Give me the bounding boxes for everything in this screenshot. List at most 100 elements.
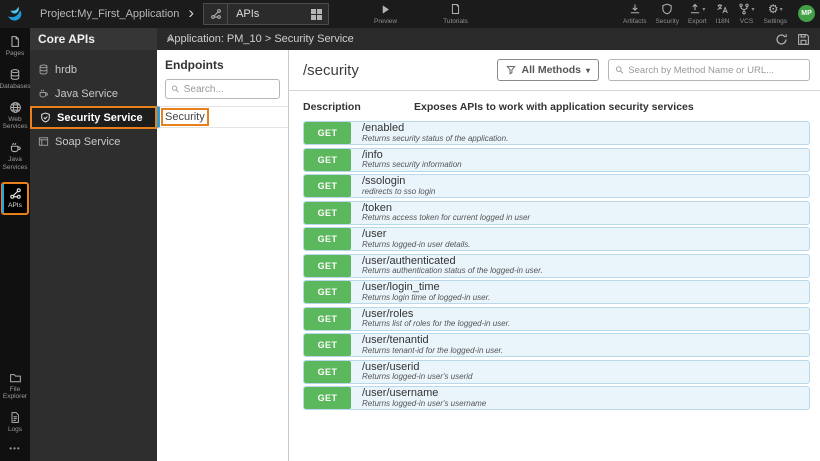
method-badge: GET bbox=[304, 228, 351, 250]
security-button[interactable]: Security bbox=[655, 2, 679, 25]
endpoint-path: /user/tenantid bbox=[362, 334, 429, 347]
more-options-icon[interactable]: ••• bbox=[9, 444, 20, 453]
endpoint-row[interactable]: GET /ssologin redirects to sso login bbox=[303, 174, 810, 198]
endpoint-row[interactable]: GET /user/roles Returns list of roles for… bbox=[303, 306, 810, 331]
endpoint-row[interactable]: GET /user/tenantid Returns tenant-id for … bbox=[303, 333, 810, 357]
topbar-right: Artifacts Security ▾ Export I18N ▾ VCS ⚙… bbox=[623, 2, 815, 25]
settings-button[interactable]: ⚙ ▾ Settings bbox=[764, 2, 788, 25]
export-label: Export bbox=[687, 18, 707, 25]
tab-apis[interactable]: APIs bbox=[203, 3, 330, 25]
export-button[interactable]: ▾ Export bbox=[688, 2, 707, 25]
globe-icon bbox=[9, 101, 21, 113]
endpoint-item-label: Security bbox=[161, 108, 209, 126]
security-label: Security bbox=[655, 18, 679, 25]
rail-label: Pages bbox=[5, 50, 25, 57]
application-header: Application: PM_10 > Security Service bbox=[157, 28, 820, 50]
sidebar-item-logs[interactable]: Logs bbox=[0, 411, 30, 434]
endpoint-description: Returns list of roles for the logged-in … bbox=[362, 319, 511, 329]
endpoints-search-box[interactable] bbox=[165, 79, 280, 99]
database-icon bbox=[10, 68, 20, 80]
branch-icon bbox=[739, 3, 750, 15]
user-avatar[interactable]: MP bbox=[798, 5, 815, 22]
grid-icon[interactable] bbox=[311, 8, 323, 20]
preview-button[interactable]: Preview bbox=[374, 2, 397, 25]
core-api-item-hrdb[interactable]: hrdb bbox=[30, 58, 157, 81]
rail-label: APIs bbox=[8, 201, 22, 209]
method-badge: GET bbox=[304, 254, 351, 277]
sidebar-item-file-explorer[interactable]: File Explorer bbox=[0, 372, 30, 402]
wavemaker-logo-icon bbox=[8, 6, 22, 21]
endpoint-row[interactable]: GET /token Returns access token for curre… bbox=[303, 200, 810, 225]
api-icon bbox=[9, 188, 21, 199]
endpoint-path: /enabled bbox=[362, 122, 405, 135]
app-logo[interactable] bbox=[0, 0, 32, 28]
method-badge: GET bbox=[304, 387, 351, 409]
methods-filter-dropdown[interactable]: All Methods ▾ bbox=[497, 59, 599, 81]
endpoint-description: Returns access token for current logged … bbox=[362, 213, 531, 223]
endpoint-description: Returns security status of the applicati… bbox=[362, 133, 509, 143]
tutorials-label: Tutorials bbox=[443, 18, 468, 25]
database-icon bbox=[38, 64, 49, 75]
chevron-right-icon[interactable]: › bbox=[188, 3, 194, 23]
core-api-label: Java Service bbox=[55, 87, 118, 100]
shield-icon bbox=[40, 112, 51, 123]
core-api-item-soap-service[interactable]: Soap Service bbox=[30, 130, 157, 153]
core-apis-title: Core APIs bbox=[38, 32, 95, 46]
chevron-down-icon: ▾ bbox=[779, 6, 783, 13]
coffee-icon bbox=[38, 88, 49, 99]
soap-icon bbox=[38, 136, 49, 147]
vcs-label: VCS bbox=[739, 18, 754, 25]
core-api-label: Soap Service bbox=[55, 135, 121, 148]
collapse-panel-icon[interactable]: « bbox=[167, 33, 173, 45]
method-search-box[interactable] bbox=[608, 59, 810, 81]
core-api-item-java-service[interactable]: Java Service bbox=[30, 82, 157, 105]
endpoint-row[interactable]: GET /user/authenticated Returns authentic… bbox=[303, 253, 810, 278]
endpoint-list-item-security[interactable]: Security bbox=[157, 106, 288, 128]
sidebar-item-java-services[interactable]: Java Services bbox=[0, 141, 30, 172]
endpoint-path: /user/username bbox=[362, 387, 439, 400]
page-title: /security bbox=[303, 61, 359, 79]
endpoint-row[interactable]: GET /user Returns logged-in user details. bbox=[303, 227, 810, 251]
tutorials-button[interactable]: Tutorials bbox=[443, 2, 468, 25]
project-label: Project:My_First_Application bbox=[40, 8, 180, 20]
endpoint-row[interactable]: GET /info Returns security information bbox=[303, 147, 810, 172]
sidebar-item-databases[interactable]: Databases bbox=[0, 68, 31, 91]
chevron-down-icon: ▾ bbox=[702, 6, 706, 13]
search-icon bbox=[615, 66, 624, 74]
shield-icon bbox=[661, 2, 673, 16]
methods-filter-label: All Methods bbox=[521, 64, 581, 76]
vcs-button[interactable]: ▾ VCS bbox=[738, 2, 755, 25]
core-api-label: hrdb bbox=[55, 63, 78, 76]
left-icon-rail: Pages Databases Web Services Java Servic… bbox=[0, 28, 31, 461]
endpoint-row[interactable]: GET /enabled Returns security status of t… bbox=[303, 121, 810, 145]
topbar-center: Preview Tutorials bbox=[374, 2, 468, 25]
endpoints-search-input[interactable] bbox=[183, 83, 274, 95]
settings-label: Settings bbox=[763, 18, 788, 25]
endpoint-row[interactable]: GET /user/username Returns logged-in user… bbox=[303, 386, 810, 410]
endpoint-path: /user/login_time bbox=[362, 281, 440, 294]
sidebar-item-web-services[interactable]: Web Services bbox=[0, 101, 30, 132]
artifacts-button[interactable]: Artifacts bbox=[623, 2, 646, 25]
sidebar-item-pages[interactable]: Pages bbox=[0, 35, 30, 58]
method-search-input[interactable] bbox=[628, 64, 803, 76]
method-badge: GET bbox=[304, 360, 351, 383]
endpoint-row[interactable]: GET /user/userid Returns logged-in user's… bbox=[303, 359, 810, 384]
core-api-item-security-service[interactable]: Security Service bbox=[30, 106, 157, 129]
refresh-icon[interactable] bbox=[775, 33, 788, 46]
method-badge: GET bbox=[304, 281, 351, 303]
search-icon bbox=[171, 85, 179, 93]
artifacts-label: Artifacts bbox=[622, 18, 647, 25]
filter-icon bbox=[506, 66, 517, 75]
endpoint-rows: GET /enabled Returns security status of t… bbox=[289, 120, 820, 413]
sidebar-item-apis[interactable]: APIs bbox=[1, 181, 29, 215]
endpoint-description: Returns logged-in user's userid bbox=[362, 372, 473, 382]
endpoint-row[interactable]: GET /user/login_time Returns login time o… bbox=[303, 280, 810, 304]
save-icon[interactable] bbox=[797, 33, 810, 46]
endpoint-description: Returns tenant-id for the logged-in user… bbox=[362, 345, 504, 355]
i18n-button[interactable]: I18N bbox=[716, 2, 729, 25]
breadcrumb: Application: PM_10 > Security Service bbox=[167, 33, 354, 45]
endpoint-path: /ssologin bbox=[362, 175, 406, 188]
core-apis-header: Core APIs « bbox=[30, 28, 173, 50]
rail-label: File Explorer bbox=[2, 385, 28, 401]
description-label: Description bbox=[303, 101, 361, 113]
